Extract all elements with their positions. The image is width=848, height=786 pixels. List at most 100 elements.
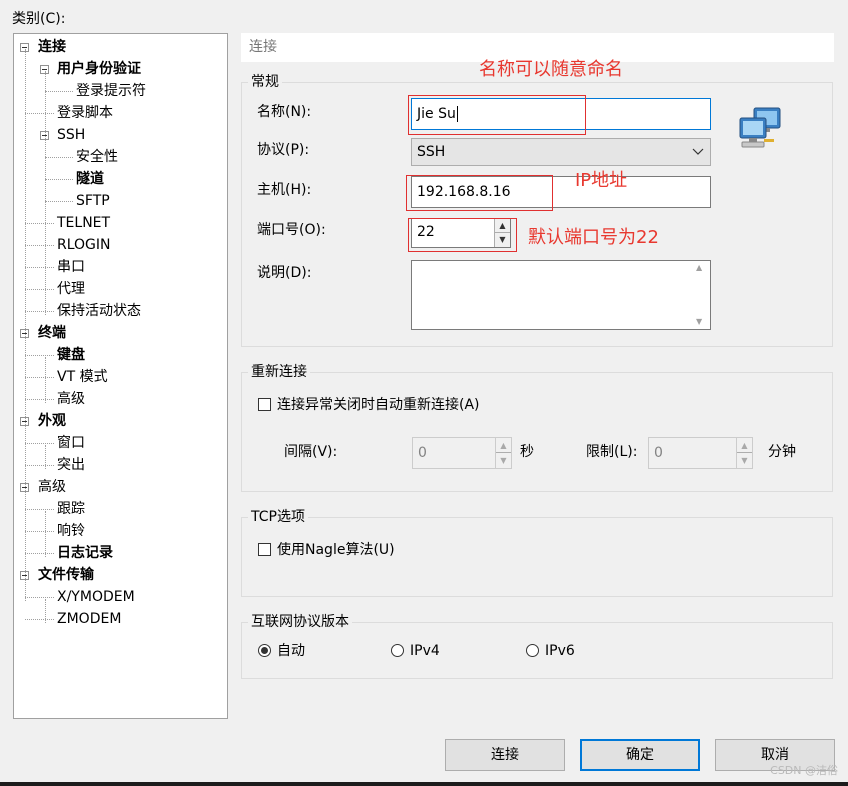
tree-item[interactable]: SSH [57,125,85,145]
protocol-select-value: SSH [417,144,446,160]
tree-item[interactable]: 文件传输 [38,565,94,585]
radio-ipv6-label: IPv6 [545,643,575,659]
tree-guide-line [45,357,46,403]
tree-connector [25,443,54,444]
tree-connector [25,113,54,114]
tree-connector [25,377,54,378]
auto-reconnect-label: 连接异常关闭时自动重新连接(A) [277,397,480,413]
tree-item[interactable]: TELNET [57,213,110,233]
tree-item[interactable]: VT 模式 [57,367,108,387]
tree-connector [25,245,54,246]
spin-down-icon[interactable]: ▼ [496,453,511,468]
category-tree[interactable]: 连接 用户身份验证 登录提示符 登录脚本 SSH 安全性 隧道 SFTP TELNET RLOGI… [13,33,228,719]
tree-connector [25,289,54,290]
host-highlight-box [406,175,553,211]
tree-connector [25,311,54,312]
description-label: 说明(D): [257,265,312,281]
port-label: 端口号(O): [257,222,326,238]
watermark: CSDN @洁俗 [770,764,838,777]
limit-input-value: 0 [654,445,663,461]
tree-item[interactable]: 代理 [57,279,85,299]
tree-item[interactable]: 保持活动状态 [57,301,141,321]
interval-label: 间隔(V): [284,444,338,460]
bottom-edge [0,782,848,786]
name-label: 名称(N): [257,104,312,120]
name-annotation: 名称可以随意命名 [479,59,623,80]
interval-input-value: 0 [418,445,427,461]
tree-item[interactable]: 登录提示符 [76,81,146,101]
tree-guide-line [45,511,46,557]
tree-item[interactable]: 高级 [57,389,85,409]
tree-guide-line [45,445,46,469]
tree-item[interactable]: 跟踪 [57,499,85,519]
tree-connector [25,597,54,598]
limit-input[interactable]: 0 ▲ ▼ [648,437,753,469]
spin-down-icon[interactable]: ▼ [737,453,752,468]
tree-connector [45,157,73,158]
chevron-down-icon [692,148,704,155]
tree-item[interactable]: RLOGIN [57,235,111,255]
description-textarea[interactable]: ▲ ▼ [411,260,711,330]
tree-connector [25,509,54,510]
radio-ipv6[interactable] [526,644,539,657]
tree-item[interactable]: 突出 [57,455,85,475]
tree-item[interactable]: 窗口 [57,433,85,453]
scroll-up-icon[interactable]: ▲ [696,263,702,273]
category-label: 类别(C): [12,11,66,27]
tree-item[interactable]: 串口 [57,257,85,277]
tree-item[interactable]: SFTP [76,191,110,211]
nagle-checkbox[interactable] [258,543,271,556]
interval-input[interactable]: 0 ▲ ▼ [412,437,512,469]
tree-connector [25,553,54,554]
tree-item[interactable]: 隧道 [76,169,104,189]
host-label: 主机(H): [257,182,312,198]
ip-version-group-title: 互联网协议版本 [248,614,352,630]
radio-ipv4[interactable] [391,644,404,657]
tree-item[interactable]: 外观 [38,411,66,431]
tree-item[interactable]: 高级 [38,477,66,497]
tree-item[interactable]: 连接 [38,37,66,57]
reconnect-group-title: 重新连接 [248,364,310,380]
tree-connector [45,179,73,180]
scroll-down-icon[interactable]: ▼ [696,317,702,327]
interval-unit: 秒 [520,444,534,460]
tree-item[interactable]: X/YMODEM [57,587,135,607]
protocol-select[interactable]: SSH [411,138,711,166]
description-scrollbar[interactable]: ▲ ▼ [693,261,710,329]
interval-spinner[interactable]: ▲ ▼ [495,438,511,468]
spin-up-icon[interactable]: ▲ [737,438,752,453]
tree-item[interactable]: 响铃 [57,521,85,541]
tree-connector [25,267,54,268]
tree-item[interactable]: 日志记录 [57,543,113,563]
tree-connector [25,399,54,400]
tree-item[interactable]: 登录脚本 [57,103,113,123]
tree-connector [25,531,54,532]
tree-item[interactable]: 终端 [38,323,66,343]
tree-item[interactable]: 安全性 [76,147,118,167]
protocol-label: 协议(P): [257,142,310,158]
ok-button[interactable]: 确定 [580,739,700,771]
network-computers-icon [739,107,781,148]
connect-button[interactable]: 连接 [445,739,565,771]
port-highlight-box [408,218,517,252]
limit-spinner[interactable]: ▲ ▼ [736,438,752,468]
tree-guide-line [25,49,26,601]
tree-item[interactable]: 用户身份验证 [57,59,141,79]
tree-guide-line [45,71,46,315]
radio-auto-label: 自动 [277,643,305,659]
tree-item[interactable]: 键盘 [57,345,85,365]
reconnect-group [241,372,833,492]
tree-connector [25,355,54,356]
radio-auto[interactable] [258,644,271,657]
nagle-label: 使用Nagle算法(U) [277,542,395,558]
auto-reconnect-checkbox[interactable] [258,398,271,411]
limit-label: 限制(L): [586,444,638,460]
tree-connector [45,201,73,202]
tree-item[interactable]: ZMODEM [57,609,121,629]
port-annotation: 默认端口号为22 [528,227,659,248]
name-highlight-box [408,95,586,135]
general-group-title: 常规 [248,74,282,90]
spin-up-icon[interactable]: ▲ [496,438,511,453]
tree-connector [45,91,73,92]
limit-unit: 分钟 [768,444,796,460]
